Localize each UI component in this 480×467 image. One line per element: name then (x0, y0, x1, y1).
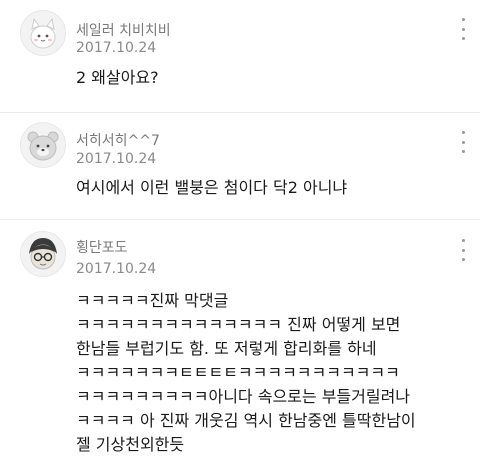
comment-author[interactable]: 세일러 치비치비 (76, 20, 171, 40)
comment-line: 여시에서 이런 밸붕은 첨이다 닥2 아니냐 (76, 178, 348, 197)
comment-item: 서히서히^^7 2017.10.24 여시에서 이런 밸붕은 첨이다 닥2 아니… (0, 113, 480, 220)
comment-line: ㅋㅋㅋㅋㅋㅋㅋㅌㅌㅌㅌㅋㅋㅋㅋㅋㅋㅋㅋㅋㅋㅋ (76, 363, 400, 382)
comment-line: 젤 기상천외한듯 (76, 435, 185, 454)
comment-line: ㅋㅋㅋㅋㅋ진짜 막댓글 (76, 291, 229, 310)
comment-line: ㅋㅋㅋㅋㅋㅋㅋㅋㅋㅋㅋㅋㅋㅋ 진짜 어떻게 보면 (76, 315, 401, 334)
comment-line: ㅋㅋㅋㅋ 아 진짜 개웃김 역시 한남중엔 틀딱한남이 (76, 411, 416, 430)
glasses-character-icon (21, 232, 65, 276)
comment-line: 한남들 부럽기도 함. 또 저렇게 합리화를 하네 (76, 339, 377, 358)
more-vertical-icon[interactable] (456, 239, 470, 261)
comment-line: 2 왜살아요? (76, 68, 159, 87)
comment-text: 여시에서 이런 밸붕은 첨이다 닥2 아니냐 (76, 176, 466, 200)
avatar[interactable] (20, 122, 66, 168)
comment-item: 세일러 치비치비 2017.10.24 2 왜살아요? (0, 0, 480, 113)
comment-date: 2017.10.24 (76, 151, 157, 167)
comment-date: 2017.10.24 (76, 261, 157, 277)
bear-character-icon (21, 123, 65, 167)
comment-date: 2017.10.24 (76, 40, 157, 56)
avatar[interactable] (20, 231, 66, 277)
comment-author[interactable]: 횡단포도 (76, 237, 128, 257)
comment-author[interactable]: 서히서히^^7 (76, 130, 160, 150)
more-vertical-icon[interactable] (456, 131, 470, 153)
comment-text: 2 왜살아요? (76, 66, 466, 90)
avatar[interactable] (20, 10, 66, 56)
comment-line: ㅋㅋㅋㅋㅋㅋㅋㅋㅋ아니다 속으로는 부들거릴려나 (76, 387, 411, 406)
cat-character-icon (21, 11, 65, 55)
comment-text: ㅋㅋㅋㅋㅋ진짜 막댓글 ㅋㅋㅋㅋㅋㅋㅋㅋㅋㅋㅋㅋㅋㅋ 진짜 어떻게 보면 한남들… (76, 289, 466, 457)
comment-item: 횡단포도 2017.10.24 ㅋㅋㅋㅋㅋ진짜 막댓글 ㅋㅋㅋㅋㅋㅋㅋㅋㅋㅋㅋㅋ… (0, 220, 480, 467)
more-vertical-icon[interactable] (456, 18, 470, 40)
